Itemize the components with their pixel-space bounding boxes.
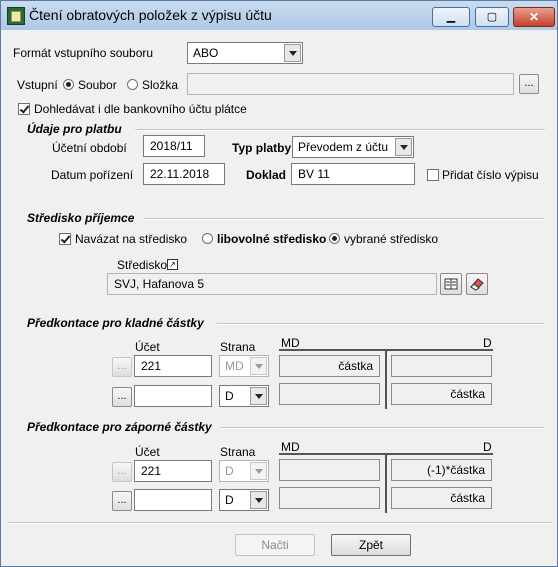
title-bar: Čtení obratových položek z výpisu účtu ▁… [1, 1, 557, 30]
section-divider [217, 323, 545, 325]
positive-row2-md [279, 383, 380, 405]
radio-any-center-label: libovolné středisko [217, 232, 327, 246]
maximize-icon: ▢ [486, 11, 498, 23]
add-statement-checkbox[interactable] [427, 169, 439, 181]
maximize-button[interactable]: ▢ [475, 7, 509, 27]
radio-any-center[interactable] [202, 233, 213, 244]
load-button[interactable]: Načti [235, 534, 315, 556]
negative-ucet-header: Účet [135, 445, 160, 459]
positive-row1-account[interactable]: 221 [134, 355, 212, 377]
payment-type-value: Převodem z účtu [298, 140, 389, 154]
radio-folder[interactable] [127, 79, 138, 90]
positive-d-header: D [483, 336, 492, 350]
date-label: Datum pořízení [51, 168, 134, 182]
footer-divider [7, 522, 551, 524]
chevron-down-icon[interactable] [250, 387, 267, 405]
minimize-icon: ▁ [446, 11, 456, 23]
t-account-divider [385, 453, 387, 513]
radio-selected-center[interactable] [329, 233, 340, 244]
negative-row2-side-select[interactable]: D [219, 489, 269, 511]
format-select[interactable]: ABO [187, 42, 303, 64]
section-divider [221, 427, 545, 429]
chevron-down-icon[interactable] [250, 491, 267, 509]
app-icon [7, 7, 25, 25]
negative-section-title: Předkontace pro záporné částky [27, 420, 212, 434]
input-path-field[interactable] [187, 73, 514, 95]
positive-strana-header: Strana [220, 340, 256, 354]
eraser-icon [470, 278, 484, 291]
chevron-down-icon [250, 462, 267, 480]
minimize-button[interactable]: ▁ [432, 7, 470, 27]
open-link-icon[interactable]: ↗ [167, 259, 178, 270]
negative-row2-md [279, 487, 380, 509]
negative-row2-side: D [225, 493, 234, 507]
dialog-body: Formát vstupního souboru ABO Vstupní Sou… [7, 31, 551, 560]
positive-row2-d: částka [391, 383, 492, 405]
browse-button[interactable]: ... [519, 74, 539, 94]
negative-row1-account[interactable]: 221 [134, 460, 212, 482]
close-icon: ✕ [528, 10, 540, 24]
positive-row2-side: D [225, 389, 234, 403]
link-center-checkbox[interactable] [59, 233, 71, 245]
doc-field[interactable]: BV 11 [291, 163, 415, 185]
negative-row1-md [279, 459, 380, 481]
negative-row1-side-select: D [219, 460, 269, 482]
negative-row1-account-button[interactable]: ... [112, 462, 132, 482]
back-button[interactable]: Zpět [331, 534, 411, 556]
center-field[interactable]: SVJ, Hafanova 5 [107, 273, 437, 295]
payment-section-title: Údaje pro platbu [27, 122, 122, 136]
period-field[interactable]: 2018/11 [143, 135, 205, 157]
radio-selected-center-label: vybrané středisko [344, 232, 439, 246]
negative-row2-d: částka [391, 487, 492, 509]
payment-type-select[interactable]: Převodem z účtu [292, 136, 414, 158]
center-field-label: Středisko [117, 258, 168, 272]
center-clear-button[interactable] [466, 273, 488, 295]
negative-row2-account-button[interactable]: ... [112, 491, 132, 511]
center-list-button[interactable] [440, 273, 462, 295]
positive-row2-account-button[interactable]: ... [112, 387, 132, 407]
close-button[interactable]: ✕ [513, 7, 555, 27]
positive-row1-d [391, 355, 492, 377]
chevron-down-icon[interactable] [395, 138, 412, 156]
negative-row1-d: (-1)*částka [391, 459, 492, 481]
positive-md-header: MD [281, 336, 300, 350]
chevron-down-icon[interactable] [284, 44, 301, 62]
positive-section-title: Předkontace pro kladné částky [27, 316, 204, 330]
link-center-label: Navázat na středisko [75, 232, 188, 246]
input-label: Vstupní [17, 78, 58, 92]
format-label: Formát vstupního souboru [13, 46, 154, 60]
positive-row1-account-button[interactable]: ... [112, 357, 132, 377]
negative-row1-side: D [225, 464, 234, 478]
lookup-bank-label: Dohledávat i dle bankovního účtu plátce [34, 102, 247, 116]
positive-row1-md: částka [279, 355, 380, 377]
dialog-window: Čtení obratových položek z výpisu účtu ▁… [0, 0, 558, 567]
positive-ucet-header: Účet [135, 340, 160, 354]
section-divider [144, 218, 545, 220]
positive-row2-side-select[interactable]: D [219, 385, 269, 407]
negative-strana-header: Strana [220, 445, 256, 459]
doc-label: Doklad [246, 168, 287, 182]
negative-md-header: MD [281, 440, 300, 454]
book-icon [444, 278, 458, 290]
radio-file[interactable] [63, 79, 74, 90]
period-label: Účetní období [52, 141, 127, 155]
center-section-title: Středisko příjemce [27, 211, 135, 225]
positive-row2-account[interactable] [134, 385, 212, 407]
payment-type-label: Typ platby [232, 141, 292, 155]
date-field[interactable]: 22.11.2018 [143, 163, 225, 185]
radio-folder-label: Složka [142, 78, 179, 92]
add-statement-label: Přidat číslo výpisu [442, 168, 539, 182]
window-title: Čtení obratových položek z výpisu účtu [29, 7, 272, 23]
section-divider [135, 129, 545, 131]
positive-row1-side: MD [225, 359, 244, 373]
negative-d-header: D [483, 440, 492, 454]
radio-file-label: Soubor [78, 78, 117, 92]
t-account-divider [385, 349, 387, 409]
positive-row1-side-select: MD [219, 355, 269, 377]
lookup-bank-checkbox[interactable] [18, 103, 30, 115]
format-value: ABO [193, 46, 219, 60]
chevron-down-icon [250, 357, 267, 375]
negative-row2-account[interactable] [134, 489, 212, 511]
